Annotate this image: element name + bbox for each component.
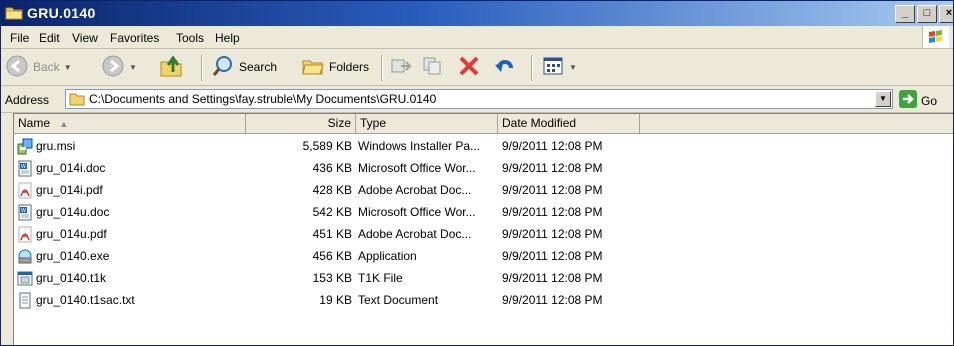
- file-row[interactable]: gru.msi 5,589 KB Windows Installer Pa...…: [14, 136, 953, 158]
- copy-to-button[interactable]: [421, 55, 445, 79]
- word-doc-icon: W: [18, 204, 32, 221]
- address-label: Address: [5, 93, 50, 107]
- folders-button[interactable]: Folders: [301, 55, 369, 79]
- move-to-button[interactable]: [389, 55, 413, 79]
- file-rows: gru.msi 5,589 KB Windows Installer Pa...…: [14, 136, 953, 312]
- file-row[interactable]: gru_014i.pdf 428 KB Adobe Acrobat Doc...…: [14, 180, 953, 202]
- undo-button[interactable]: [493, 55, 517, 79]
- text-file-icon: [19, 292, 31, 309]
- delete-button[interactable]: [457, 55, 481, 79]
- column-name[interactable]: Name ▲: [14, 114, 246, 133]
- search-button[interactable]: Search: [211, 55, 277, 79]
- pdf-icon: [18, 182, 32, 199]
- minimize-button[interactable]: _: [895, 5, 915, 23]
- sort-ascending-icon: ▲: [59, 119, 69, 129]
- menu-favorites[interactable]: Favorites: [110, 31, 159, 45]
- folders-icon: [301, 54, 325, 81]
- file-row[interactable]: W gru_014i.doc 436 KB Microsoft Office W…: [14, 158, 953, 180]
- go-arrow-icon: [899, 90, 917, 111]
- address-dropdown-icon[interactable]: ▼: [875, 91, 891, 107]
- back-arrow-icon: [5, 54, 29, 81]
- window-title: GRU.0140: [27, 5, 96, 21]
- forward-arrow-icon: [101, 54, 125, 81]
- up-folder-button[interactable]: [159, 54, 185, 81]
- folder-icon: [69, 92, 85, 109]
- file-row[interactable]: gru_0140.exe 456 KB Application 9/9/2011…: [14, 246, 953, 268]
- go-button[interactable]: Go: [899, 90, 937, 111]
- undo-icon: [493, 54, 517, 81]
- windows-logo-icon: [922, 26, 949, 48]
- address-bar: Address C:\Documents and Settings\fay.st…: [1, 86, 953, 113]
- application-icon: [18, 249, 32, 264]
- folder-icon: [5, 5, 23, 24]
- address-input[interactable]: C:\Documents and Settings\fay.struble\My…: [65, 89, 893, 109]
- pdf-icon: [18, 226, 32, 243]
- close-button[interactable]: ×: [939, 5, 953, 23]
- generic-file-icon: [17, 271, 33, 286]
- column-date[interactable]: Date Modified: [498, 114, 640, 133]
- explorer-window: GRU.0140 _ □ × File Edit View Favorites …: [0, 0, 954, 346]
- forward-dropdown-icon[interactable]: ▼: [129, 63, 137, 72]
- menu-view[interactable]: View: [72, 31, 98, 45]
- column-type[interactable]: Type: [356, 114, 498, 133]
- installer-icon: [17, 138, 33, 155]
- move-to-icon: [389, 54, 413, 81]
- svg-text:W: W: [21, 208, 26, 214]
- column-size[interactable]: Size: [246, 114, 356, 133]
- word-doc-icon: W: [18, 160, 32, 177]
- file-row[interactable]: gru_0140.t1k 153 KB T1K File 9/9/2011 12…: [14, 268, 953, 290]
- file-row[interactable]: gru_014u.pdf 451 KB Adobe Acrobat Doc...…: [14, 224, 953, 246]
- toolbar: Back ▼ ▼ Search Folders ▼: [1, 49, 953, 86]
- file-row[interactable]: gru_0140.t1sac.txt 19 KB Text Document 9…: [14, 290, 953, 312]
- menu-bar: File Edit View Favorites Tools Help: [1, 26, 953, 49]
- search-icon: [211, 54, 235, 81]
- forward-button[interactable]: ▼: [101, 55, 137, 79]
- menu-edit[interactable]: Edit: [39, 31, 60, 45]
- menu-file[interactable]: File: [10, 31, 29, 45]
- file-list: Name ▲ Size Type Date Modified gru.msi 5…: [13, 113, 953, 345]
- delete-x-icon: [457, 54, 481, 81]
- up-folder-icon: [159, 54, 185, 81]
- views-dropdown-icon[interactable]: ▼: [569, 63, 577, 72]
- back-dropdown-icon[interactable]: ▼: [64, 63, 72, 72]
- column-header: Name ▲ Size Type Date Modified: [14, 114, 953, 134]
- menu-tools[interactable]: Tools: [176, 31, 204, 45]
- menu-help[interactable]: Help: [215, 31, 240, 45]
- file-row[interactable]: W gru_014u.doc 542 KB Microsoft Office W…: [14, 202, 953, 224]
- maximize-button[interactable]: □: [917, 5, 937, 23]
- address-path: C:\Documents and Settings\fay.struble\My…: [89, 92, 437, 106]
- copy-to-icon: [421, 54, 445, 81]
- title-bar[interactable]: GRU.0140 _ □ ×: [1, 1, 953, 26]
- views-grid-icon: [541, 54, 565, 81]
- go-label: Go: [921, 93, 938, 108]
- back-button[interactable]: Back ▼: [5, 55, 72, 79]
- svg-text:W: W: [21, 164, 26, 170]
- views-button[interactable]: ▼: [541, 55, 577, 79]
